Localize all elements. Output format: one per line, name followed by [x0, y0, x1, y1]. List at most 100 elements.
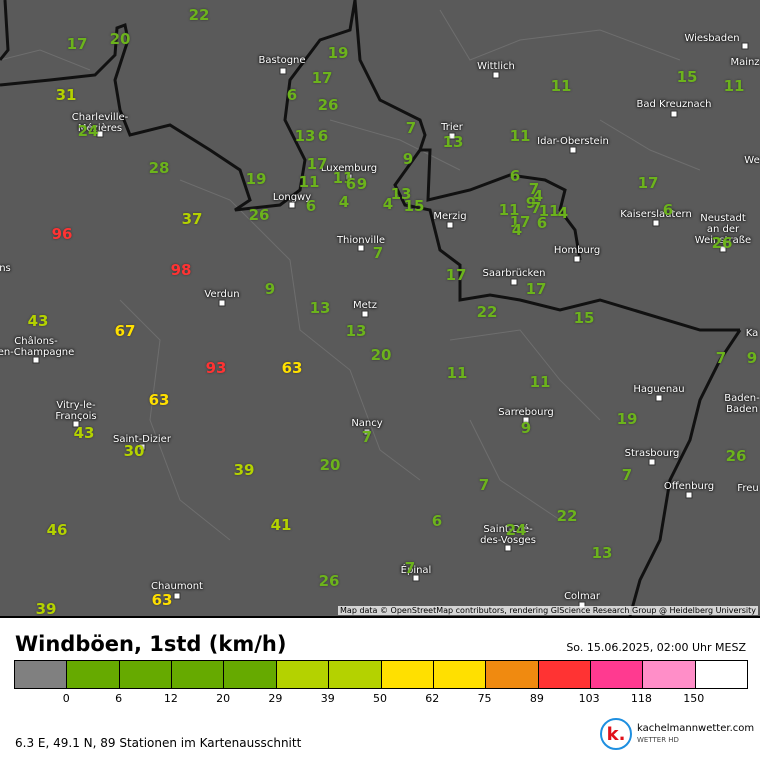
station-value[interactable]: 15	[404, 197, 425, 215]
station-value[interactable]: 24	[78, 122, 99, 140]
station-value[interactable]: 63	[149, 391, 170, 409]
station-value[interactable]: 22	[557, 507, 578, 525]
city-marker	[685, 491, 693, 499]
station-value[interactable]: 4	[339, 193, 349, 211]
station-value[interactable]: 9	[357, 175, 367, 193]
station-value[interactable]: 7	[716, 349, 726, 367]
station-value[interactable]: 41	[271, 516, 292, 534]
station-value[interactable]: 9	[403, 150, 413, 168]
city-marker	[655, 394, 663, 402]
station-value[interactable]: 20	[110, 30, 131, 48]
station-value[interactable]: 7	[479, 476, 489, 494]
scale-tick: 118	[630, 692, 652, 705]
station-value[interactable]: 19	[328, 44, 349, 62]
station-value[interactable]: 46	[47, 521, 68, 539]
station-value[interactable]: 39	[234, 461, 255, 479]
brand-logo[interactable]: k. kachelmannwetter.com WETTER HD	[600, 718, 754, 750]
city-marker	[670, 110, 678, 118]
city-marker	[741, 42, 749, 50]
city-marker	[357, 244, 365, 252]
station-value[interactable]: 6	[537, 214, 547, 232]
station-value[interactable]: 22	[189, 6, 210, 24]
station-value[interactable]: 11	[447, 364, 468, 382]
station-value[interactable]: 9	[265, 280, 275, 298]
scale-tick: 12	[163, 692, 178, 705]
station-value[interactable]: 28	[149, 159, 170, 177]
station-value[interactable]: 17	[307, 155, 328, 173]
station-value[interactable]: 93	[206, 359, 227, 377]
city-label: Vitry-le- François	[55, 400, 97, 422]
station-value[interactable]: 6	[663, 201, 673, 219]
station-value[interactable]: 17	[526, 280, 547, 298]
station-value[interactable]: 13	[346, 322, 367, 340]
station-value[interactable]: 6	[287, 86, 297, 104]
station-value[interactable]: 63	[282, 359, 303, 377]
station-value[interactable]: 20	[371, 346, 392, 364]
station-value[interactable]: 13	[443, 133, 464, 151]
station-value[interactable]: 31	[56, 86, 77, 104]
station-value[interactable]: 96	[52, 225, 73, 243]
station-value[interactable]: 20	[320, 456, 341, 474]
station-value[interactable]: 11	[530, 373, 551, 391]
station-value[interactable]: 26	[712, 234, 733, 252]
station-value[interactable]: 26	[318, 96, 339, 114]
station-value[interactable]: 39	[36, 600, 57, 616]
station-value[interactable]: 9	[521, 419, 531, 437]
scale-swatch	[432, 661, 486, 688]
city-label: Merzig	[433, 211, 467, 222]
map[interactable]: Bastogne Wiesbaden Mainz Wittlich Bad Kreuzn…	[0, 0, 760, 618]
station-value[interactable]: 43	[74, 424, 95, 442]
station-value[interactable]: 17	[446, 266, 467, 284]
station-value[interactable]: 43	[28, 312, 49, 330]
city-label: Bastogne	[258, 55, 306, 66]
map-attribution[interactable]: Map data © OpenStreetMap contributors, r…	[338, 606, 758, 615]
city-label: Haguenau	[633, 384, 685, 395]
station-value[interactable]: 37	[182, 210, 203, 228]
city-marker	[573, 255, 581, 263]
station-value[interactable]: 26	[249, 206, 270, 224]
station-value[interactable]: 26	[319, 572, 340, 590]
scale-tick: 150	[683, 692, 705, 705]
station-value[interactable]: 26	[726, 447, 747, 465]
station-value[interactable]: 98	[171, 261, 192, 279]
station-value[interactable]: 4	[512, 221, 522, 239]
city-label: Baden- Baden	[724, 393, 760, 415]
station-value[interactable]: 6	[306, 197, 316, 215]
station-value[interactable]: 19	[246, 170, 267, 188]
station-value[interactable]: 22	[477, 303, 498, 321]
city-marker	[569, 146, 577, 154]
station-value[interactable]: 7	[373, 244, 383, 262]
station-value[interactable]: 17	[638, 174, 659, 192]
station-value[interactable]: 13	[295, 127, 316, 145]
station-value[interactable]: 6	[432, 512, 442, 530]
station-value[interactable]: 63	[152, 591, 173, 609]
station-value[interactable]: 7	[362, 428, 372, 446]
station-value[interactable]: 19	[617, 410, 638, 428]
station-value[interactable]: 11	[299, 173, 320, 191]
station-value[interactable]: 11	[510, 127, 531, 145]
station-value[interactable]: 6	[510, 167, 520, 185]
station-value[interactable]: 7	[405, 559, 415, 577]
station-value[interactable]: 7	[622, 466, 632, 484]
station-value[interactable]: 11	[551, 77, 572, 95]
station-value[interactable]: 4	[558, 204, 568, 222]
station-value[interactable]: 13	[592, 544, 613, 562]
station-value[interactable]: 13	[310, 299, 331, 317]
scale-swatch	[15, 661, 67, 688]
station-value[interactable]: 30	[124, 442, 145, 460]
station-value[interactable]: 11	[724, 77, 745, 95]
city-marker	[492, 71, 500, 79]
station-value[interactable]: 17	[67, 35, 88, 53]
station-value[interactable]: 15	[574, 309, 595, 327]
city-label: Trier	[441, 122, 463, 133]
station-value[interactable]: 7	[406, 119, 416, 137]
station-value[interactable]: 24	[506, 521, 527, 539]
station-value[interactable]: 67	[115, 322, 136, 340]
city-label: Offenburg	[663, 481, 715, 492]
station-value[interactable]: 6	[346, 175, 356, 193]
station-value[interactable]: 6	[318, 127, 328, 145]
city-label: Freu	[737, 483, 759, 494]
station-value[interactable]: 17	[312, 69, 333, 87]
station-value[interactable]: 15	[677, 68, 698, 86]
station-value[interactable]: 9	[747, 349, 757, 367]
